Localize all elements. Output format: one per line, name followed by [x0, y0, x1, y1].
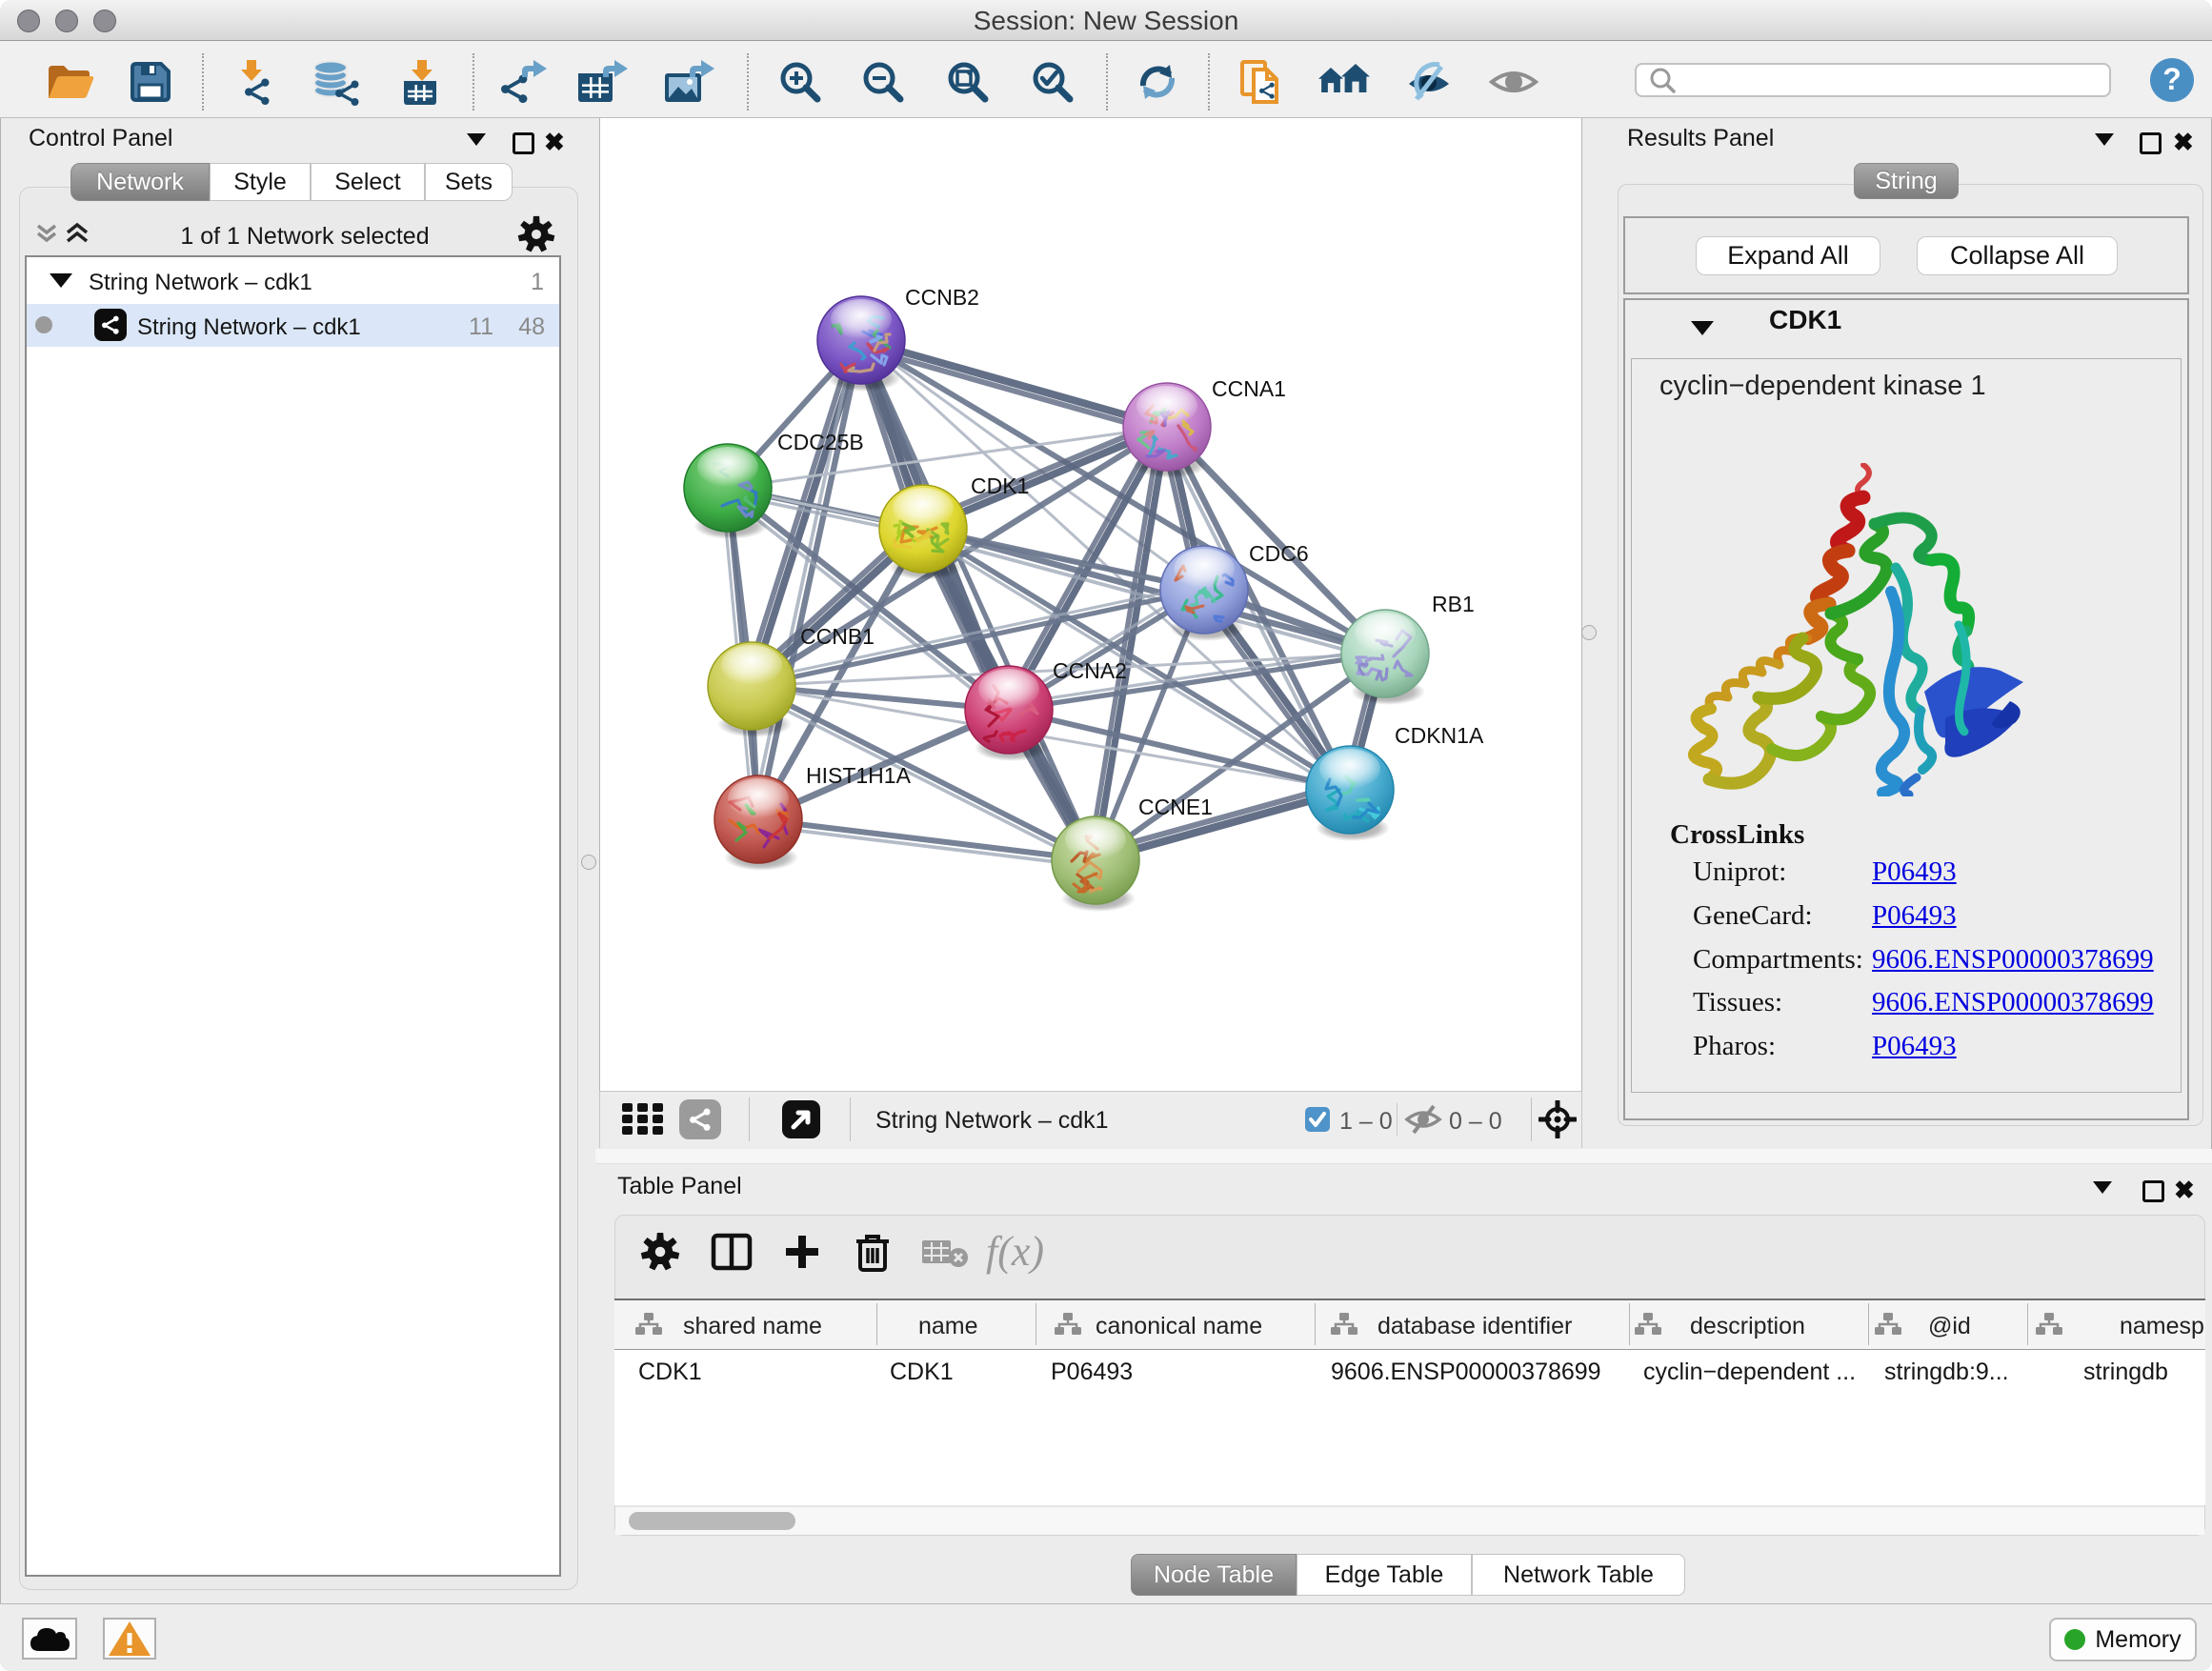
svg-text:?: ?	[2162, 62, 2182, 96]
svg-text:CDC25B: CDC25B	[777, 430, 864, 454]
svg-text:CDK1: CDK1	[971, 473, 1029, 498]
svg-text:CCNE1: CCNE1	[1138, 795, 1213, 819]
svg-text:CCNA1: CCNA1	[1212, 376, 1286, 401]
svg-text:CCNA2: CCNA2	[1053, 658, 1127, 683]
svg-text:CCNB2: CCNB2	[905, 285, 979, 310]
svg-text:HIST1H1A: HIST1H1A	[806, 763, 912, 788]
svg-text:CDKN1A: CDKN1A	[1395, 723, 1484, 748]
svg-text:RB1: RB1	[1432, 592, 1475, 616]
svg-text:CCNB1: CCNB1	[800, 624, 875, 649]
svg-text:CDC6: CDC6	[1249, 541, 1309, 566]
